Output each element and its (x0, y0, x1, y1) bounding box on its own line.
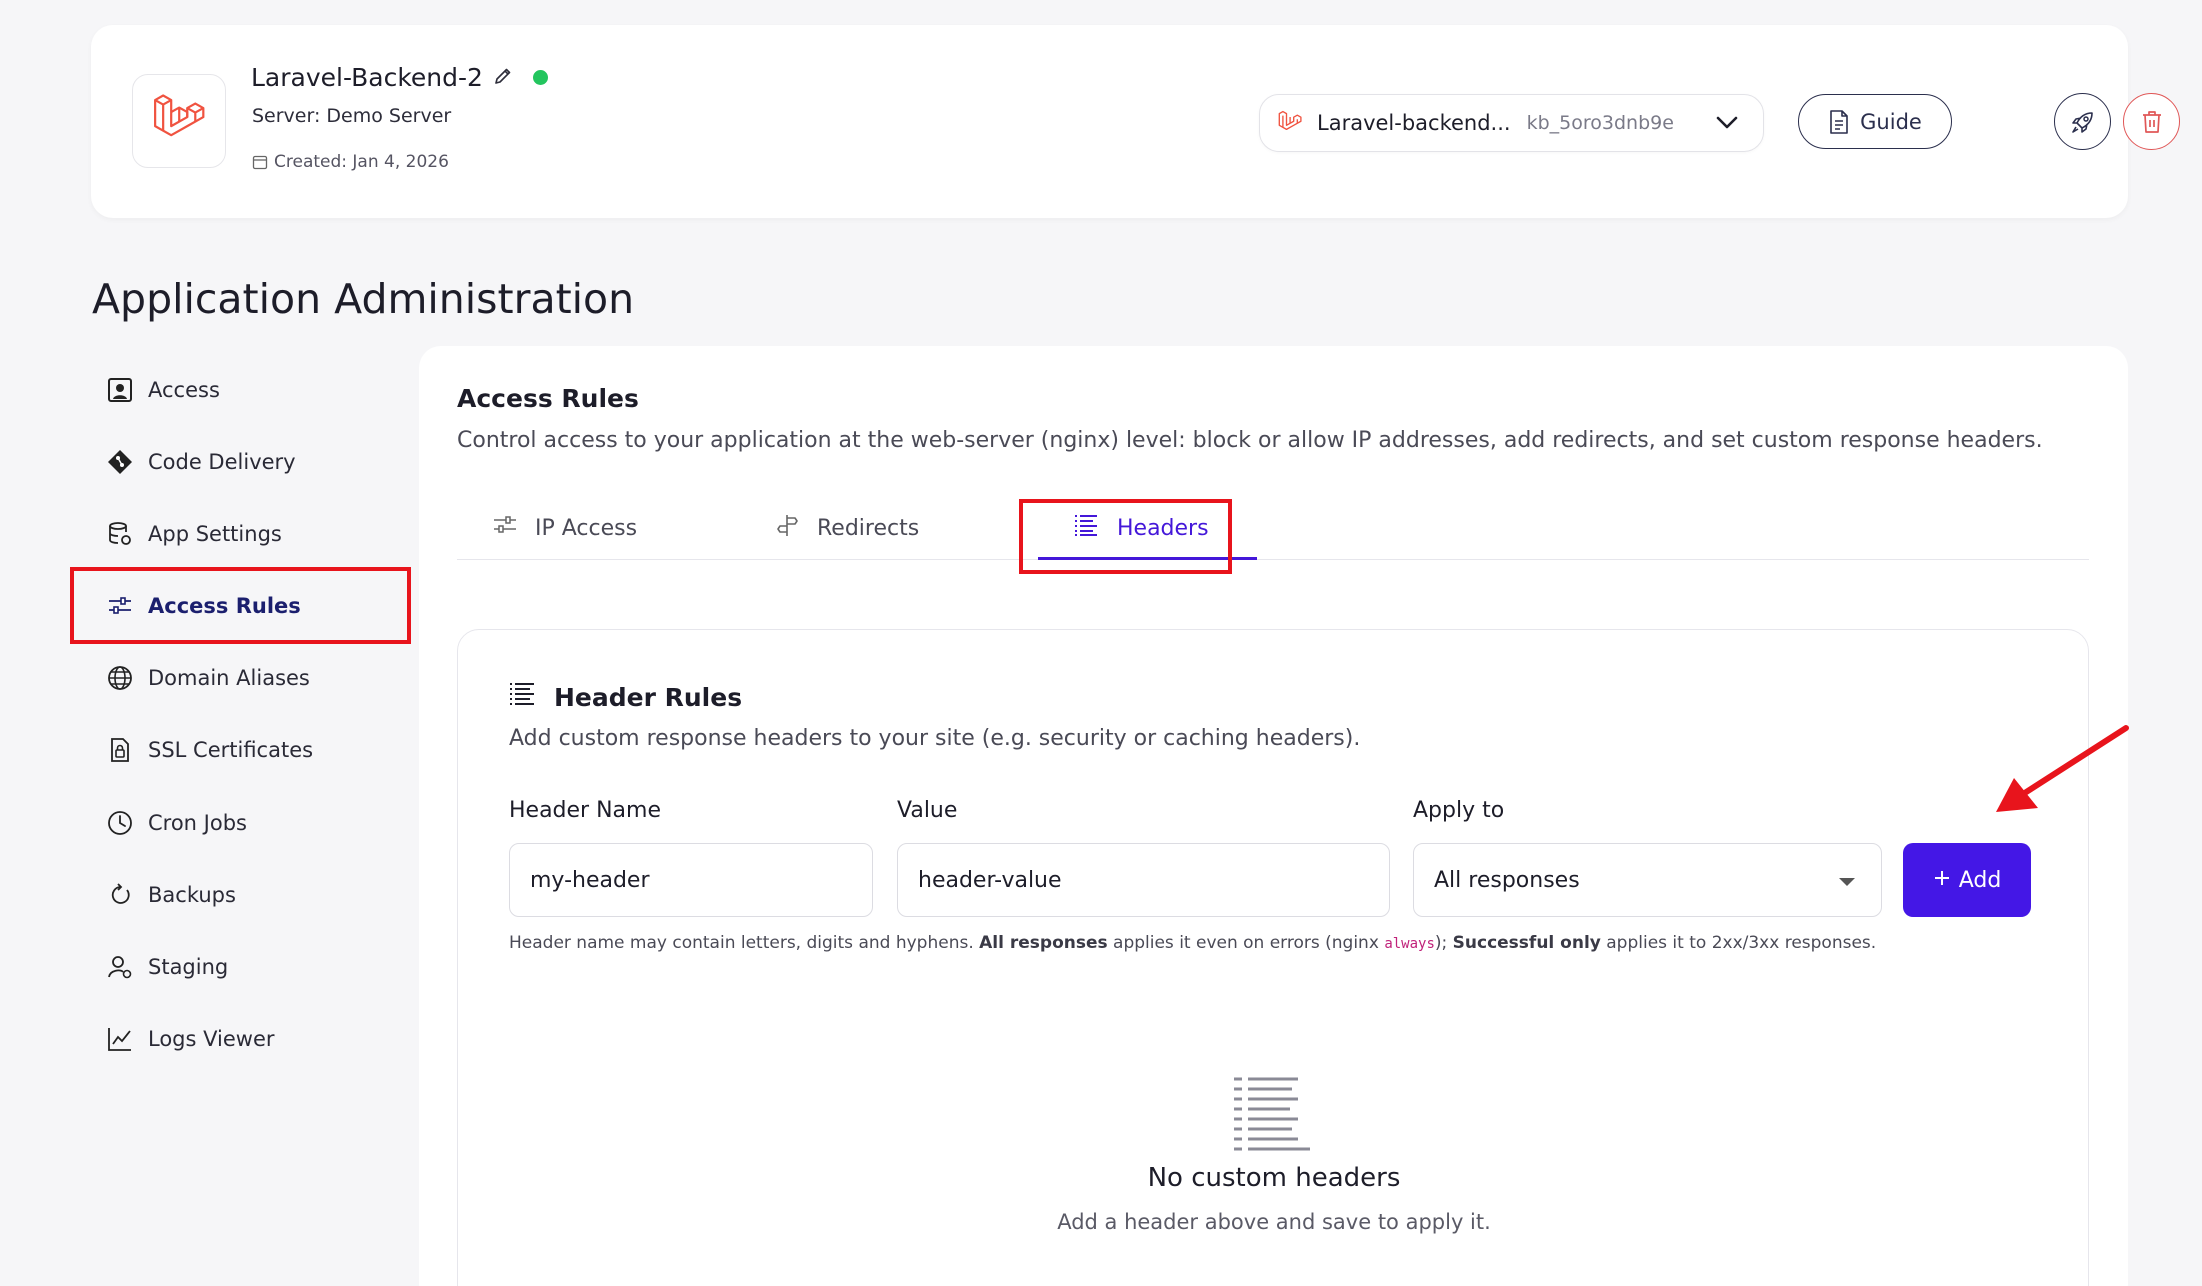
app-created: Created: Jan 4, 2026 (252, 152, 449, 172)
laravel-logo (132, 74, 226, 168)
hint-text-4: applies it to 2xx/3xx responses. (1600, 933, 1877, 953)
annotation-arrow-icon (1996, 725, 2129, 812)
main-panel: Access Rules Control access to your appl… (419, 346, 2128, 1286)
document-icon (1830, 109, 1848, 134)
sidebar-item-label: Access (148, 377, 220, 402)
sidebar-item-code-delivery[interactable]: Code Delivery (70, 424, 410, 499)
apply-to-value: All responses (1434, 867, 1580, 893)
rocket-icon (2071, 111, 2093, 133)
highlight-box-access-rules (70, 567, 411, 644)
user-gear-icon (106, 953, 134, 981)
sidebar-item-app-settings[interactable]: App Settings (70, 496, 410, 571)
add-header-button[interactable]: Add (1903, 843, 2031, 917)
guide-button[interactable]: Guide (1798, 94, 1952, 149)
app-selector-key: kb_5oro3dnb9e (1526, 112, 1674, 134)
caret-down-icon (1839, 878, 1855, 886)
card-title: Header Rules (508, 681, 742, 713)
chart-line-icon (106, 1025, 134, 1053)
card-title-text: Header Rules (554, 682, 743, 712)
header-name-input[interactable]: my-header (509, 843, 873, 917)
sidebar-item-label: Cron Jobs (148, 810, 247, 835)
laravel-small-icon (1278, 110, 1302, 131)
user-card-icon (106, 376, 134, 404)
header-rules-card: Header Rules Add custom response headers… (457, 629, 2089, 1286)
clock-icon (106, 809, 134, 837)
sidebar-item-backups[interactable]: Backups (70, 857, 410, 932)
empty-state-title: No custom headers (1147, 1163, 1401, 1193)
hint-text-3: ); (1434, 933, 1453, 953)
hint-text-2: applies it even on errors (nginx (1107, 933, 1385, 953)
git-icon (106, 448, 134, 476)
sidebar-item-label: Code Delivery (148, 449, 296, 474)
sidebar-item-label: SSL Certificates (148, 737, 314, 762)
header-name-label: Header Name (509, 798, 662, 823)
deploy-button[interactable] (2054, 93, 2111, 150)
section-description: Control access to your application at th… (457, 428, 2043, 453)
sidebar-item-access[interactable]: Access (70, 352, 410, 427)
database-gear-icon (106, 520, 134, 548)
app-selector[interactable]: Laravel-backend... kb_5oro3dnb9e (1259, 94, 1764, 152)
apply-to-select[interactable]: All responses (1413, 843, 1882, 917)
apply-to-label: Apply to (1413, 798, 1505, 823)
plus-icon (1933, 868, 1951, 893)
section-title: Access Rules (457, 384, 639, 413)
sidebar-item-label: Staging (148, 954, 229, 979)
chevron-down-icon (1715, 113, 1739, 137)
hint-code: always (1384, 936, 1435, 952)
app-name: Laravel-Backend-2 (251, 63, 548, 92)
sidebar-item-logs-viewer[interactable]: Logs Viewer (70, 1001, 410, 1076)
header-value-input[interactable]: header-value (897, 843, 1390, 917)
header-hint: Header name may contain letters, digits … (509, 933, 1876, 953)
sidebar-item-label: App Settings (148, 521, 282, 546)
refresh-icon (106, 881, 134, 909)
globe-icon (106, 664, 134, 692)
app-server: Server: Demo Server (252, 105, 452, 127)
empty-list-icon (1232, 1075, 1312, 1155)
sidebar-item-ssl-certificates[interactable]: SSL Certificates (70, 712, 410, 787)
tab-ip-access[interactable]: IP Access (493, 496, 637, 560)
sliders-icon (493, 514, 517, 542)
sidebar-item-label: Backups (148, 882, 236, 907)
add-label: Add (1958, 867, 2002, 893)
tab-bar: IP Access Redirects Headers (457, 496, 2089, 560)
app-name-text: Laravel-Backend-2 (251, 63, 483, 92)
card-description: Add custom response headers to your site… (509, 726, 1361, 751)
value-label: Value (897, 798, 958, 823)
tab-redirects[interactable]: Redirects (775, 496, 919, 560)
sidebar-item-cron-jobs[interactable]: Cron Jobs (70, 785, 410, 860)
header-value-value: header-value (918, 867, 1062, 893)
pencil-icon[interactable] (493, 63, 513, 92)
list-lines-icon (508, 681, 536, 713)
tab-label: Redirects (817, 515, 920, 541)
sidebar-item-label: Logs Viewer (148, 1026, 275, 1051)
guide-label: Guide (1860, 109, 1922, 134)
sidebar-item-domain-aliases[interactable]: Domain Aliases (70, 640, 410, 715)
app-selector-name: Laravel-backend... (1317, 111, 1511, 135)
hint-bold-2: Successful only (1452, 933, 1601, 953)
calendar-icon (252, 155, 268, 170)
hint-bold-1: All responses (979, 933, 1108, 953)
delete-button[interactable] (2123, 93, 2180, 150)
certificate-lock-icon (106, 736, 134, 764)
page-title: Application Administration (92, 275, 635, 323)
tab-label: IP Access (535, 515, 638, 541)
sidebar-item-staging[interactable]: Staging (70, 929, 410, 1004)
app-header-card: Laravel-Backend-2 Server: Demo Server Cr… (91, 25, 2180, 218)
header-name-value: my-header (530, 867, 650, 893)
hint-text-1: Header name may contain letters, digits … (509, 933, 980, 953)
laravel-icon (154, 94, 205, 137)
signpost-icon (775, 513, 799, 543)
sidebar-item-label: Domain Aliases (148, 665, 310, 690)
empty-state-subtitle: Add a header above and save to apply it. (1057, 1210, 1491, 1234)
app-created-text: Created: Jan 4, 2026 (274, 152, 449, 172)
status-online-dot (532, 70, 548, 85)
trash-icon (2142, 110, 2161, 133)
highlight-box-headers-tab (1019, 499, 1232, 574)
